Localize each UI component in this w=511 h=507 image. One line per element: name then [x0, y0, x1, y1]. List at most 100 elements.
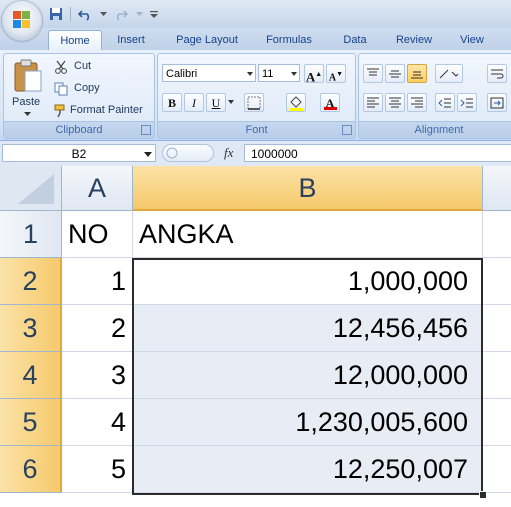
alignment-group: Alignment	[358, 53, 511, 139]
format-painter-button[interactable]: Format Painter	[52, 102, 152, 120]
chevron-down-icon	[144, 152, 152, 157]
tab-data[interactable]: Data	[332, 30, 378, 50]
clipboard-group: Paste Cut Copy Format Painter Clipboard	[3, 53, 155, 139]
qat-separator	[70, 7, 71, 21]
column-header-c[interactable]	[483, 166, 511, 211]
clipboard-icon	[14, 59, 42, 92]
cell-a4[interactable]: 3	[62, 352, 133, 399]
font-launcher-icon[interactable]	[342, 125, 352, 135]
borders-icon	[247, 96, 261, 110]
align-bottom-icon	[411, 71, 423, 79]
shrink-font-button[interactable]: A▼	[326, 64, 346, 83]
orientation-button[interactable]	[435, 64, 463, 83]
paintbrush-icon	[54, 104, 65, 118]
clipboard-launcher-icon[interactable]	[141, 125, 151, 135]
fill-handle[interactable]	[479, 491, 487, 499]
quick-access-toolbar	[48, 4, 159, 24]
paint-bucket-icon	[289, 96, 303, 111]
text-orientation-icon	[439, 69, 459, 79]
row-header-3[interactable]: 3	[0, 305, 62, 352]
name-box[interactable]: B2	[2, 144, 156, 162]
cut-button[interactable]: Cut	[52, 58, 148, 76]
cell-c1[interactable]	[483, 211, 511, 258]
underline-dropdown-icon[interactable]	[228, 100, 234, 104]
customize-qat-icon[interactable]	[149, 6, 159, 22]
office-logo-icon	[13, 11, 30, 28]
cell-c3[interactable]	[483, 305, 511, 352]
bold-button[interactable]: B	[162, 93, 182, 112]
align-left-icon	[367, 97, 379, 108]
align-top-button[interactable]	[363, 64, 383, 83]
row-header-1[interactable]: 1	[0, 211, 62, 258]
row-header-4[interactable]: 4	[0, 352, 62, 399]
ribbon-tabs: Home Insert Page Layout Formulas Data Re…	[0, 28, 511, 51]
merge-center-button[interactable]	[487, 93, 507, 112]
increase-indent-icon	[460, 98, 473, 108]
cell-b3[interactable]: 12,456,456	[133, 305, 483, 352]
tab-page-layout[interactable]: Page Layout	[168, 30, 246, 50]
increase-indent-button[interactable]	[457, 93, 477, 112]
font-size-combo[interactable]: 11	[258, 64, 300, 82]
cell-b2[interactable]: 1,000,000	[133, 258, 483, 305]
paste-dropdown-icon	[24, 112, 31, 116]
cell-a6[interactable]: 5	[62, 446, 133, 493]
cell-c4[interactable]	[483, 352, 511, 399]
row-header-2[interactable]: 2	[0, 258, 62, 305]
column-header-b[interactable]: B	[133, 166, 483, 211]
align-right-button[interactable]	[407, 93, 427, 112]
cell-b1[interactable]: ANGKA	[133, 211, 483, 258]
font-name-combo[interactable]: Calibri	[162, 64, 256, 82]
select-all-triangle-icon	[18, 174, 54, 204]
copy-icon	[54, 82, 68, 96]
ribbon: Paste Cut Copy Format Painter Clipboard	[0, 50, 511, 141]
redo-icon[interactable]	[113, 6, 129, 22]
insert-function-button[interactable]: fx	[224, 144, 242, 162]
save-icon[interactable]	[48, 6, 64, 22]
borders-button[interactable]	[244, 93, 264, 112]
cell-b5[interactable]: 1,230,005,600	[133, 399, 483, 446]
grow-font-label: A	[305, 69, 316, 85]
align-center-button[interactable]	[385, 93, 405, 112]
cell-a2[interactable]: 1	[62, 258, 133, 305]
fill-color-button[interactable]	[286, 93, 306, 112]
cell-c5[interactable]	[483, 399, 511, 446]
clipboard-group-label: Clipboard	[4, 121, 154, 138]
underline-button[interactable]: U	[206, 93, 226, 112]
align-bottom-button[interactable]	[407, 64, 427, 83]
formula-input[interactable]: 1000000	[244, 144, 511, 162]
column-header-a[interactable]: A	[62, 166, 133, 211]
grow-font-button[interactable]: A▲	[304, 64, 324, 85]
wrap-text-icon	[491, 69, 504, 79]
align-middle-button[interactable]	[385, 64, 405, 83]
office-button[interactable]	[2, 1, 42, 41]
row-header-5[interactable]: 5	[0, 399, 62, 446]
italic-button[interactable]: I	[184, 93, 204, 112]
align-left-button[interactable]	[363, 93, 383, 112]
redo-dropdown-icon[interactable]	[135, 6, 143, 22]
cell-a3[interactable]: 2	[62, 305, 133, 352]
font-color-button[interactable]: A	[320, 93, 340, 112]
tab-formulas[interactable]: Formulas	[258, 30, 320, 50]
cell-c6[interactable]	[483, 446, 511, 493]
cell-b6[interactable]: 12,250,007	[133, 446, 483, 493]
font-color-swatch	[324, 107, 337, 110]
cell-b4[interactable]: 12,000,000	[133, 352, 483, 399]
paste-button[interactable]: Paste	[8, 57, 48, 119]
formula-bar-grip[interactable]	[162, 144, 214, 162]
cell-a1[interactable]: NO	[62, 211, 133, 258]
undo-dropdown-icon[interactable]	[99, 6, 107, 22]
select-all-button[interactable]	[0, 166, 62, 211]
tab-insert[interactable]: Insert	[108, 30, 154, 50]
font-size-value: 11	[262, 68, 274, 80]
cell-a5[interactable]: 4	[62, 399, 133, 446]
decrease-indent-button[interactable]	[435, 93, 455, 112]
tab-view[interactable]: View	[450, 30, 494, 50]
tab-review[interactable]: Review	[388, 30, 440, 50]
row-header-6[interactable]: 6	[0, 446, 62, 493]
cell-c2[interactable]	[483, 258, 511, 305]
resize-handle-icon	[166, 147, 178, 159]
wrap-text-button[interactable]	[487, 64, 507, 83]
undo-icon[interactable]	[77, 6, 93, 22]
copy-button[interactable]: Copy	[52, 80, 148, 98]
tab-home[interactable]: Home	[48, 30, 102, 51]
